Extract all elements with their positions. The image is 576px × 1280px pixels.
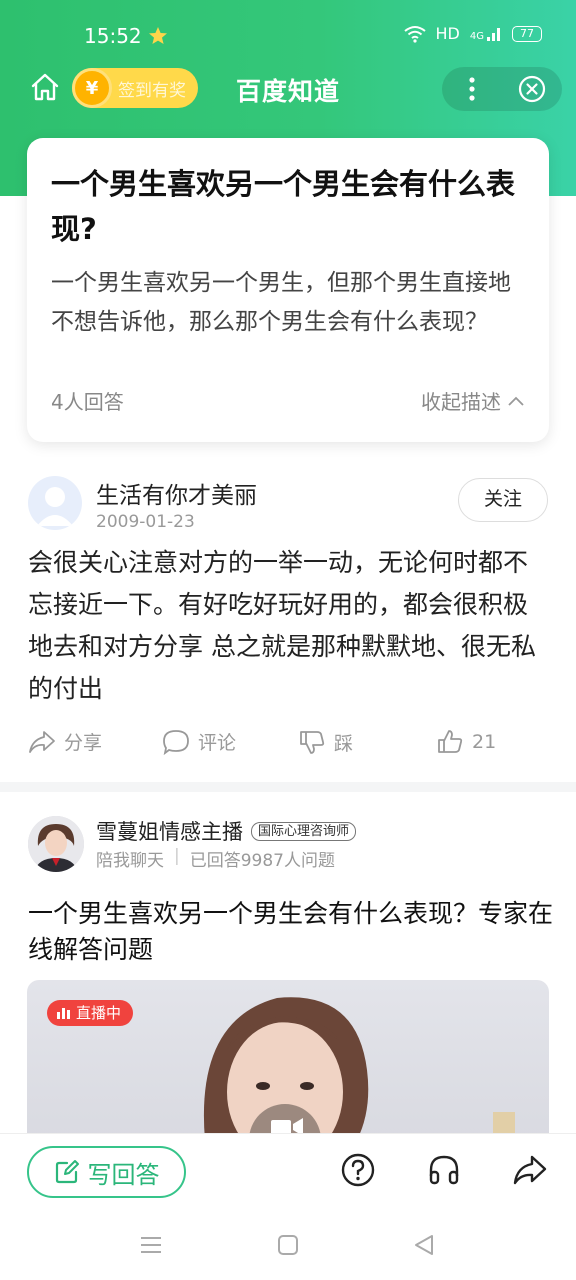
collapse-label: 收起描述 <box>421 390 501 414</box>
chevron-up-icon <box>508 396 524 406</box>
status-time: 15:52 <box>84 24 142 48</box>
comment-label: 评论 <box>198 732 237 754</box>
back-icon[interactable] <box>412 1233 436 1257</box>
edit-icon <box>55 1160 79 1184</box>
expert-name-row: 雪蔓姐情感主播 国际心理咨询师 <box>96 816 357 846</box>
share-button[interactable]: 分享 <box>28 728 102 755</box>
mini-program-capsule <box>442 67 562 111</box>
nav-bar: ¥ 签到有奖 百度知道 <box>0 64 576 114</box>
share-icon <box>29 730 55 753</box>
question-title: 一个男生喜欢另一个男生会有什么表现? <box>51 167 516 246</box>
home-icon[interactable] <box>28 70 62 104</box>
avatar[interactable] <box>28 476 82 530</box>
section-divider <box>0 782 576 792</box>
write-answer-button[interactable]: 写回答 <box>27 1146 186 1198</box>
answer-date: 2009-01-23 <box>96 512 195 532</box>
page-title: 百度知道 <box>236 77 341 106</box>
status-indicators: HD 4G 77 <box>403 24 542 43</box>
question-meta: 4人回答 收起描述 <box>51 386 525 415</box>
answer-text: 会很关心注意对方的一举一动，无论何时都不忘接近一下。有好吃好玩好用的，都会很积极… <box>28 548 536 703</box>
system-navigation-bar <box>0 1209 576 1280</box>
like-count: 21 <box>472 731 497 753</box>
default-avatar-icon <box>37 487 73 526</box>
thumbs-down-icon <box>300 731 325 754</box>
signal-label: 4G <box>470 26 502 42</box>
answer-count: 4人回答 <box>51 390 124 414</box>
question-card: 一个男生喜欢另一个男生会有什么表现? 一个男生喜欢另一个男生，但那个男生直接地不… <box>27 138 549 442</box>
expert-avatar-image <box>28 816 84 872</box>
close-circle-icon <box>518 75 546 103</box>
star-icon <box>149 27 167 44</box>
more-vertical-icon <box>469 77 475 101</box>
share-icon[interactable] <box>512 1152 548 1188</box>
dislike-button[interactable]: 踩 <box>298 728 353 756</box>
expert-tag: 陪我聊天 <box>96 851 164 871</box>
battery-indicator: 77 <box>512 25 542 42</box>
signal-type: 4G <box>469 30 484 42</box>
like-button[interactable]: 21 <box>436 728 496 756</box>
question-description: 一个男生喜欢另一个男生，但那个男生直接地不想告诉他，那么那个男生会有什么表现？ <box>51 270 511 335</box>
live-label: 直播中 <box>76 1004 122 1022</box>
share-label: 分享 <box>64 732 103 754</box>
live-badge: 直播中 <box>47 1000 134 1026</box>
dislike-label: 踩 <box>334 732 354 755</box>
separator: | <box>174 846 180 866</box>
write-answer-label: 写回答 <box>87 1160 160 1189</box>
home-nav-icon[interactable] <box>276 1233 300 1257</box>
collapse-description-button[interactable]: 收起描述 <box>421 386 525 415</box>
answer-user-name[interactable]: 生活有你才美丽 <box>96 476 257 510</box>
close-button[interactable] <box>502 67 562 111</box>
bottom-action-bar: 写回答 <box>0 1133 576 1209</box>
headphones-icon[interactable] <box>426 1152 462 1188</box>
coin-icon: ¥ <box>72 68 112 108</box>
menu-icon[interactable] <box>139 1233 163 1257</box>
live-bars-icon <box>57 1007 70 1019</box>
network-label: HD <box>435 24 460 43</box>
expert-title[interactable]: 一个男生喜欢另一个男生会有什么表现？专家在线解答问题 <box>28 896 558 968</box>
help-icon[interactable] <box>340 1152 376 1188</box>
signin-reward-button[interactable]: ¥ 签到有奖 <box>72 68 198 108</box>
answer-actions: 分享 评论 踩 21 <box>0 724 576 764</box>
more-button[interactable] <box>442 67 502 111</box>
expert-avatar[interactable] <box>28 816 84 872</box>
live-video-thumbnail[interactable]: 直播中 <box>27 980 549 1140</box>
signin-label: 签到有奖 <box>118 80 186 101</box>
expert-name[interactable]: 雪蔓姐情感主播 <box>96 816 243 846</box>
expert-answered: 已回答9987人问题 <box>189 851 335 871</box>
comment-icon <box>163 729 189 755</box>
expert-badge: 国际心理咨询师 <box>251 821 357 841</box>
follow-button[interactable]: 关注 <box>458 478 548 522</box>
expert-subtitle: 陪我聊天 | 已回答9987人问题 <box>96 846 335 871</box>
wifi-icon <box>403 25 426 43</box>
signal-icon <box>487 27 500 41</box>
comment-button[interactable]: 评论 <box>162 728 236 755</box>
status-bar: 15:52 HD 4G 77 <box>0 0 576 72</box>
thumbs-up-icon <box>438 730 463 753</box>
